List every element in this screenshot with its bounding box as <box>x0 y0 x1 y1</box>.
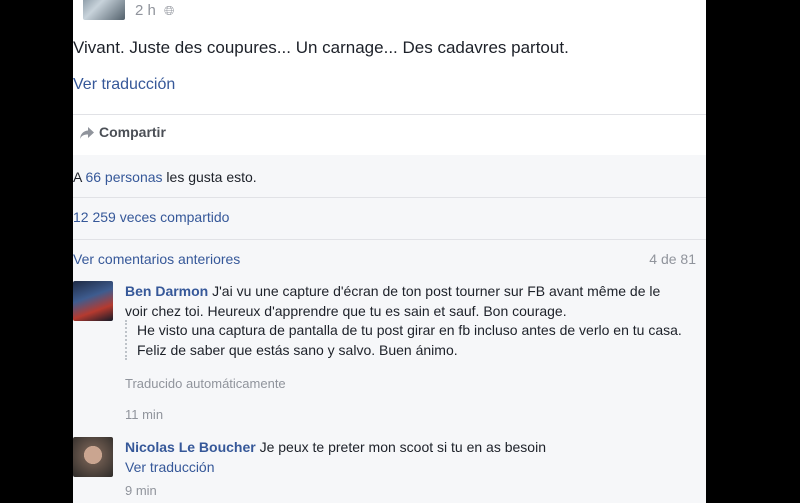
comment-author-link[interactable]: Ben Darmon <box>125 283 208 299</box>
avatar[interactable] <box>73 281 113 321</box>
comment-timestamp[interactable]: 11 min <box>125 407 163 422</box>
comment-text: Je peux te preter mon scoot si tu en as … <box>259 439 546 455</box>
comment-body: Nicolas Le Boucher Je peux te preter mon… <box>125 437 685 457</box>
comment-author-link[interactable]: Nicolas Le Boucher <box>125 439 256 455</box>
likes-summary: A 66 personas les gusta esto. <box>73 169 257 185</box>
divider <box>73 114 706 115</box>
comment-timestamp[interactable]: 9 min <box>125 483 157 498</box>
divider <box>73 197 706 198</box>
post-time[interactable]: 2 h <box>135 2 156 19</box>
shares-count-link[interactable]: 12 259 veces compartido <box>73 209 229 225</box>
comment-body: Ben Darmon J'ai vu une capture d'écran d… <box>125 281 685 321</box>
post-text: Vivant. Juste des coupures... Un carnage… <box>73 38 569 57</box>
see-translation-link[interactable]: Ver traducción <box>125 459 215 475</box>
likes-people-link[interactable]: 66 personas <box>85 169 162 185</box>
avatar[interactable] <box>73 437 113 477</box>
comment-translation: He visto una captura de pantalla de tu p… <box>125 320 697 360</box>
view-previous-comments-link[interactable]: Ver comentarios anteriores <box>73 251 240 267</box>
author-avatar[interactable] <box>83 0 125 20</box>
auto-translated-note[interactable]: Traducido automáticamente <box>125 376 286 391</box>
post-panel: 2 h 🌐︎ Vivant. Juste des coupures... Un … <box>73 0 706 503</box>
likes-prefix: A <box>73 169 82 185</box>
globe-icon: 🌐︎ <box>164 3 175 18</box>
share-arrow-icon <box>80 127 94 139</box>
share-button[interactable]: Compartir <box>99 124 166 140</box>
likes-suffix: les gusta esto. <box>166 169 257 185</box>
comment-count: 4 de 81 <box>649 251 696 267</box>
divider <box>73 239 706 240</box>
post-timestamp[interactable]: 2 h 🌐︎ <box>135 2 174 19</box>
see-translation-link[interactable]: Ver traducción <box>73 76 175 94</box>
